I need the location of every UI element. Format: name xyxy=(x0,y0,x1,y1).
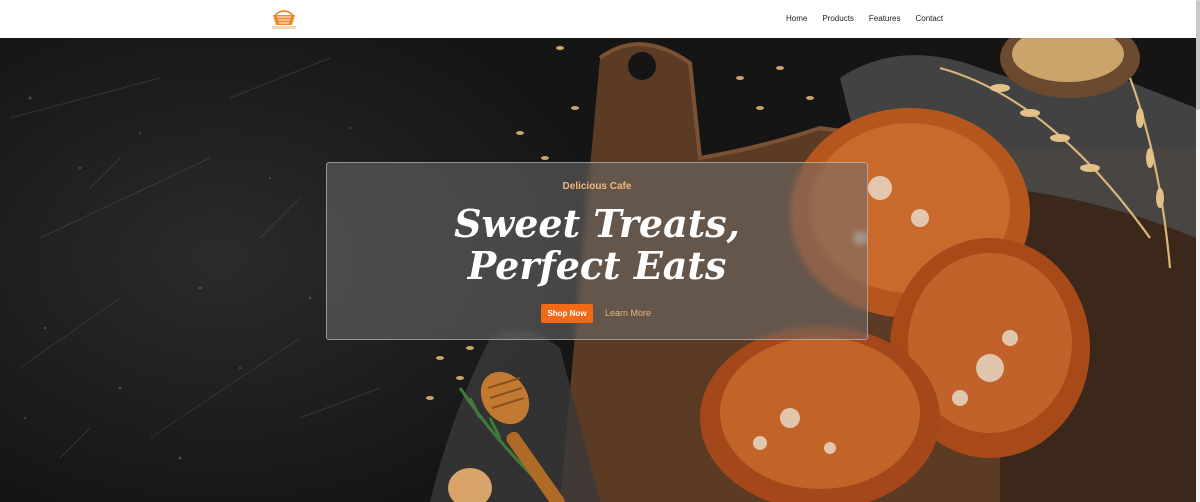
scrollbar-thumb[interactable] xyxy=(1196,0,1200,110)
learn-more-button[interactable]: Learn More xyxy=(605,304,651,323)
top-navbar: Home Products Features Contact xyxy=(0,0,1196,38)
basket-logo-icon[interactable] xyxy=(272,6,296,32)
hero-headline-line1: Sweet Treats, xyxy=(454,201,740,246)
nav-features-link[interactable]: Features xyxy=(869,14,901,23)
shop-now-button[interactable]: Shop Now xyxy=(541,304,593,323)
page-scrollbar[interactable] xyxy=(1196,0,1200,502)
nav-contact-link[interactable]: Contact xyxy=(916,14,944,23)
nav-products-link[interactable]: Products xyxy=(822,14,854,23)
hero-card: Delicious Cafe Sweet Treats, Perfect Eat… xyxy=(326,162,868,340)
hero-section: Delicious Cafe Sweet Treats, Perfect Eat… xyxy=(0,38,1196,502)
hero-eyebrow: Delicious Cafe xyxy=(562,181,632,192)
hero-headline: Sweet Treats, Perfect Eats xyxy=(327,203,867,287)
nav-home-link[interactable]: Home xyxy=(786,14,807,23)
hero-headline-line2: Perfect Eats xyxy=(467,243,727,288)
nav-links: Home Products Features Contact xyxy=(786,14,958,23)
